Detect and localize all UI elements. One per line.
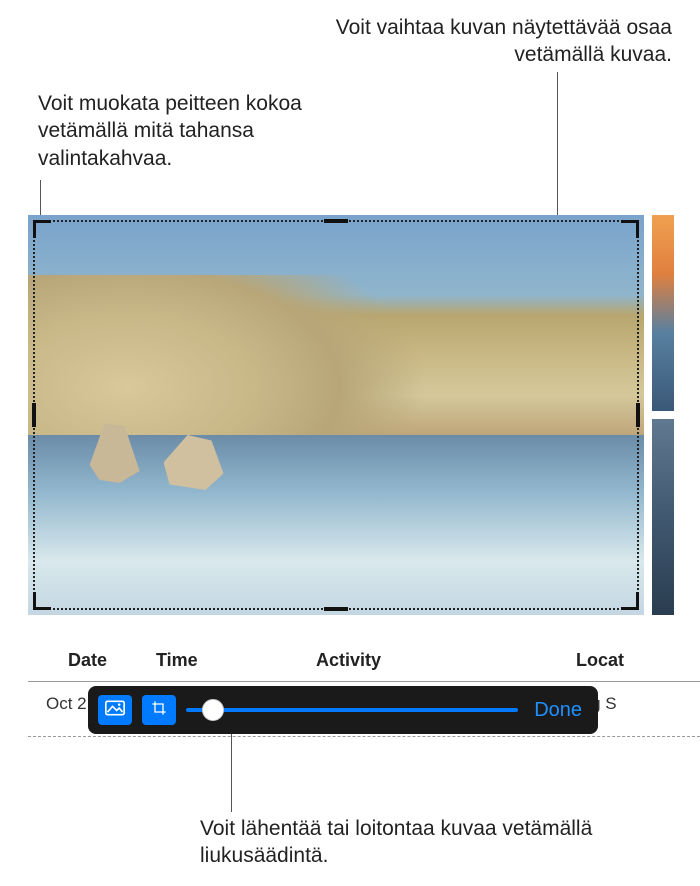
crop-handle-top-left[interactable] bbox=[33, 220, 51, 238]
crop-mode-button[interactable] bbox=[142, 695, 176, 725]
crop-mask-overlay[interactable] bbox=[33, 220, 639, 610]
callout-leader bbox=[231, 724, 232, 812]
image-edit-toolbar: Done bbox=[88, 686, 598, 734]
callout-drag-image: Voit vaihtaa kuvan näytettävää osaa vetä… bbox=[292, 14, 672, 69]
crop-handle-top-right[interactable] bbox=[621, 220, 639, 238]
slider-track bbox=[186, 708, 518, 712]
col-header-time[interactable]: Time bbox=[148, 646, 308, 675]
thumbnail[interactable] bbox=[652, 215, 674, 411]
callout-leader bbox=[40, 180, 41, 220]
thumbnail[interactable] bbox=[652, 419, 674, 615]
image-mode-button[interactable] bbox=[98, 695, 132, 725]
main-image[interactable] bbox=[28, 215, 644, 615]
crop-handle-bottom[interactable] bbox=[324, 607, 348, 611]
col-header-activity[interactable]: Activity bbox=[308, 646, 568, 675]
col-header-location[interactable]: Locat bbox=[568, 646, 700, 675]
crop-handle-top[interactable] bbox=[324, 219, 348, 223]
zoom-slider[interactable] bbox=[186, 698, 518, 722]
col-header-date[interactable]: Date bbox=[28, 646, 148, 675]
table-header-row: Date Time Activity Locat bbox=[28, 640, 700, 682]
callout-resize-mask: Voit muokata peitteen kokoa vetämällä mi… bbox=[38, 90, 338, 172]
callout-zoom-slider: Voit lähentää tai loitontaa kuvaa vetämä… bbox=[200, 815, 600, 870]
slider-thumb[interactable] bbox=[202, 699, 224, 721]
crop-handle-left[interactable] bbox=[32, 403, 36, 427]
crop-handle-right[interactable] bbox=[636, 403, 640, 427]
side-thumbnails bbox=[652, 215, 674, 615]
done-button[interactable]: Done bbox=[528, 699, 588, 722]
crop-handle-bottom-left[interactable] bbox=[33, 592, 51, 610]
callout-leader bbox=[557, 72, 558, 232]
image-icon bbox=[105, 700, 125, 721]
crop-handle-bottom-right[interactable] bbox=[621, 592, 639, 610]
crop-icon bbox=[149, 700, 169, 721]
image-editor-area bbox=[28, 215, 674, 615]
